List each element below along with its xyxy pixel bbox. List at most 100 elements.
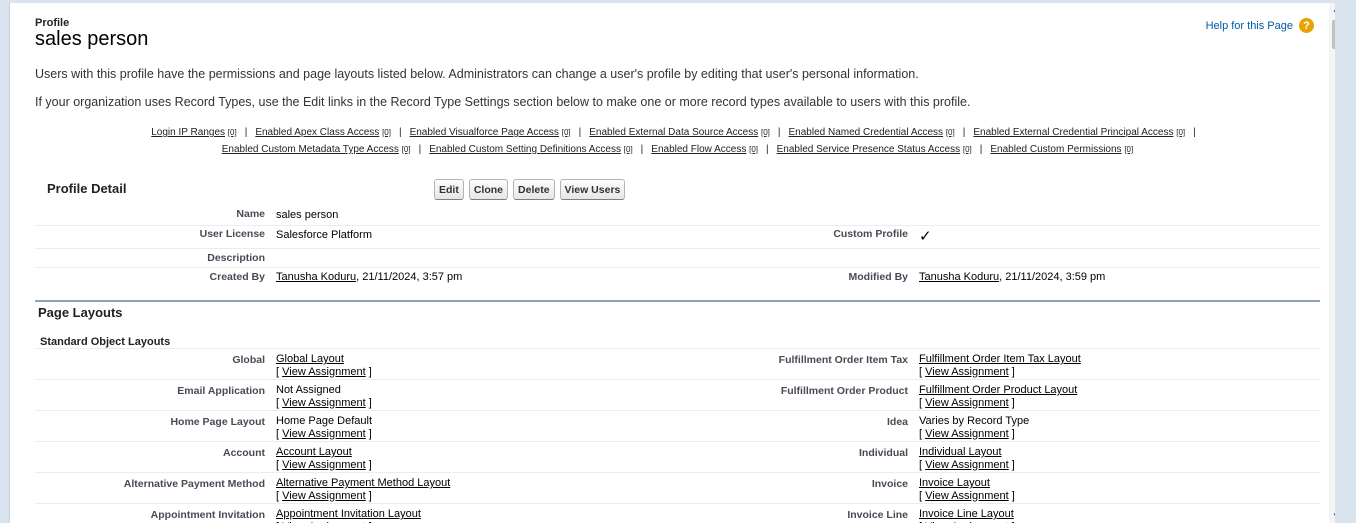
related-link[interactable]: Enabled Apex Class Access	[255, 127, 379, 138]
view-assignment: [ View Assignment ]	[919, 365, 1015, 378]
layout-object-label: Fulfillment Order Item Tax	[778, 354, 908, 366]
view-assignment: [ View Assignment ]	[919, 396, 1015, 409]
view-assignment-link[interactable]: View Assignment	[925, 490, 1009, 502]
view-assignment: [ View Assignment ]	[276, 365, 372, 378]
related-link-count: [0]	[227, 128, 237, 137]
scroll-up-arrow-icon[interactable]: ▲	[1332, 5, 1335, 14]
layout-object-label: Global	[232, 354, 265, 366]
related-links-row: Login IP Ranges [0] | Enabled Apex Class A…	[35, 124, 1320, 141]
scroll-thumb[interactable]	[1332, 20, 1335, 49]
view-assignment-link[interactable]: View Assignment	[282, 428, 366, 440]
layout-link[interactable]: Fulfillment Order Product Layout	[919, 384, 1077, 396]
layout-row: Appointment Invitation Appointment Invita…	[35, 503, 1320, 523]
link-separator: |	[777, 127, 781, 138]
layout-text: Varies by Record Type	[919, 415, 1030, 427]
vertical-scrollbar[interactable]: ▲ ▼	[1329, 3, 1335, 523]
view-assignment-link[interactable]: View Assignment	[925, 428, 1009, 440]
delete-button[interactable]: Delete	[513, 179, 555, 200]
layout-link[interactable]: Fulfillment Order Item Tax Layout	[919, 353, 1081, 365]
intro-text-1: Users with this profile have the permiss…	[35, 67, 919, 81]
layout-link[interactable]: Alternative Payment Method Layout	[276, 477, 450, 489]
profile-detail-title: Profile Detail	[47, 181, 127, 196]
related-link[interactable]: Enabled Visualforce Page Access	[410, 127, 559, 138]
related-link[interactable]: Enabled External Data Source Access	[589, 127, 758, 138]
related-link[interactable]: Enabled Service Presence Status Access	[777, 144, 960, 155]
layout-value: Varies by Record Type[ View Assignment ]	[919, 415, 1029, 440]
detail-row: User License Salesforce Platform Custom …	[35, 226, 1320, 249]
layout-link[interactable]: Global Layout	[276, 353, 344, 365]
modified-by-label: Modified By	[848, 271, 909, 283]
related-link-count: [0]	[623, 145, 633, 154]
view-assignment: [ View Assignment ]	[919, 458, 1015, 471]
created-by-user-link[interactable]: Tanusha Koduru	[276, 271, 356, 283]
modified-by-date: , 21/11/2024, 3:59 pm	[999, 271, 1106, 283]
page-title: sales person	[35, 28, 149, 50]
layout-object-label: Home Page Layout	[170, 416, 265, 428]
layout-value: Fulfillment Order Product Layout[ View A…	[919, 384, 1077, 409]
layout-text: Not Assigned	[276, 384, 341, 396]
user-license-value: Salesforce Platform	[276, 229, 372, 241]
profile-detail-section: Name sales person User License Salesforc…	[35, 206, 1320, 290]
modified-by-value: Tanusha Koduru, 21/11/2024, 3:59 pm	[919, 271, 1105, 283]
link-separator: |	[962, 127, 966, 138]
related-link-count: [0]	[962, 145, 972, 154]
edit-button[interactable]: Edit	[434, 179, 464, 200]
user-license-label: User License	[199, 228, 265, 240]
related-links-row: Enabled Custom Metadata Type Access [0] |…	[35, 141, 1320, 158]
layout-text: Home Page Default	[276, 415, 372, 427]
created-by-label: Created By	[209, 271, 265, 283]
view-assignment-link[interactable]: View Assignment	[282, 397, 366, 409]
help-icon[interactable]: ?	[1299, 18, 1314, 33]
profile-detail-buttons: Edit Clone Delete View Users	[434, 179, 626, 200]
related-link[interactable]: Enabled Flow Access	[651, 144, 746, 155]
modified-by-user-link[interactable]: Tanusha Koduru	[919, 271, 999, 283]
view-assignment-link[interactable]: View Assignment	[925, 459, 1009, 471]
layout-link[interactable]: Appointment Invitation Layout	[276, 508, 421, 520]
related-link[interactable]: Enabled External Credential Principal Ac…	[973, 127, 1173, 138]
view-users-button[interactable]: View Users	[559, 179, 626, 200]
related-link[interactable]: Login IP Ranges	[151, 127, 225, 138]
related-link-count: [0]	[1176, 128, 1186, 137]
view-assignment-link[interactable]: View Assignment	[925, 397, 1009, 409]
scroll-down-arrow-icon[interactable]: ▼	[1332, 511, 1335, 520]
profile-page: Profile sales person Help for this Page …	[9, 3, 1335, 523]
layout-link[interactable]: Invoice Line Layout	[919, 508, 1014, 520]
created-by-date: , 21/11/2024, 3:57 pm	[356, 271, 463, 283]
view-assignment-link[interactable]: View Assignment	[282, 366, 366, 378]
layout-value: Invoice Line Layout[ View Assignment ]	[919, 508, 1015, 523]
layout-object-label: Alternative Payment Method	[123, 478, 265, 490]
layout-link[interactable]: Individual Layout	[919, 446, 1002, 458]
view-assignment: [ View Assignment ]	[919, 489, 1015, 502]
link-separator: |	[979, 144, 983, 155]
layout-value: Account Layout[ View Assignment ]	[276, 446, 372, 471]
help-for-page[interactable]: Help for this Page ?	[1206, 18, 1314, 33]
view-assignment-link[interactable]: View Assignment	[925, 366, 1009, 378]
related-link[interactable]: Enabled Named Credential Access	[789, 127, 944, 138]
link-separator: |	[578, 127, 582, 138]
related-link[interactable]: Enabled Custom Setting Definitions Acces…	[429, 144, 621, 155]
description-label: Description	[207, 252, 265, 264]
layout-value: Global Layout[ View Assignment ]	[276, 353, 372, 378]
layout-object-label: Account	[223, 447, 265, 459]
help-link[interactable]: Help for this Page	[1206, 20, 1293, 32]
link-separator: |	[640, 144, 644, 155]
related-link[interactable]: Enabled Custom Permissions	[990, 144, 1121, 155]
layout-object-label: Appointment Invitation	[150, 509, 265, 521]
layout-value: Alternative Payment Method Layout[ View …	[276, 477, 450, 502]
layout-value: Individual Layout[ View Assignment ]	[919, 446, 1015, 471]
clone-button[interactable]: Clone	[468, 179, 509, 200]
related-link[interactable]: Enabled Custom Metadata Type Access	[222, 144, 399, 155]
related-link-count: [0]	[382, 128, 391, 137]
view-assignment: [ View Assignment ]	[276, 458, 372, 471]
layout-row: Alternative Payment Method Alternative Pa…	[35, 472, 1320, 503]
intro-text-2: If your organization uses Record Types, …	[35, 95, 971, 109]
page-layouts-table: Global Global Layout[ View Assignment ] Fu…	[35, 348, 1320, 523]
related-link-count: [0]	[761, 128, 770, 137]
view-assignment-link[interactable]: View Assignment	[282, 490, 366, 502]
view-assignment-link[interactable]: View Assignment	[282, 459, 366, 471]
layout-link[interactable]: Account Layout	[276, 446, 352, 458]
layout-link[interactable]: Invoice Layout	[919, 477, 990, 489]
layout-object-label: Individual	[858, 447, 908, 459]
related-link-count: [0]	[1124, 145, 1134, 154]
link-separator: |	[766, 144, 769, 155]
